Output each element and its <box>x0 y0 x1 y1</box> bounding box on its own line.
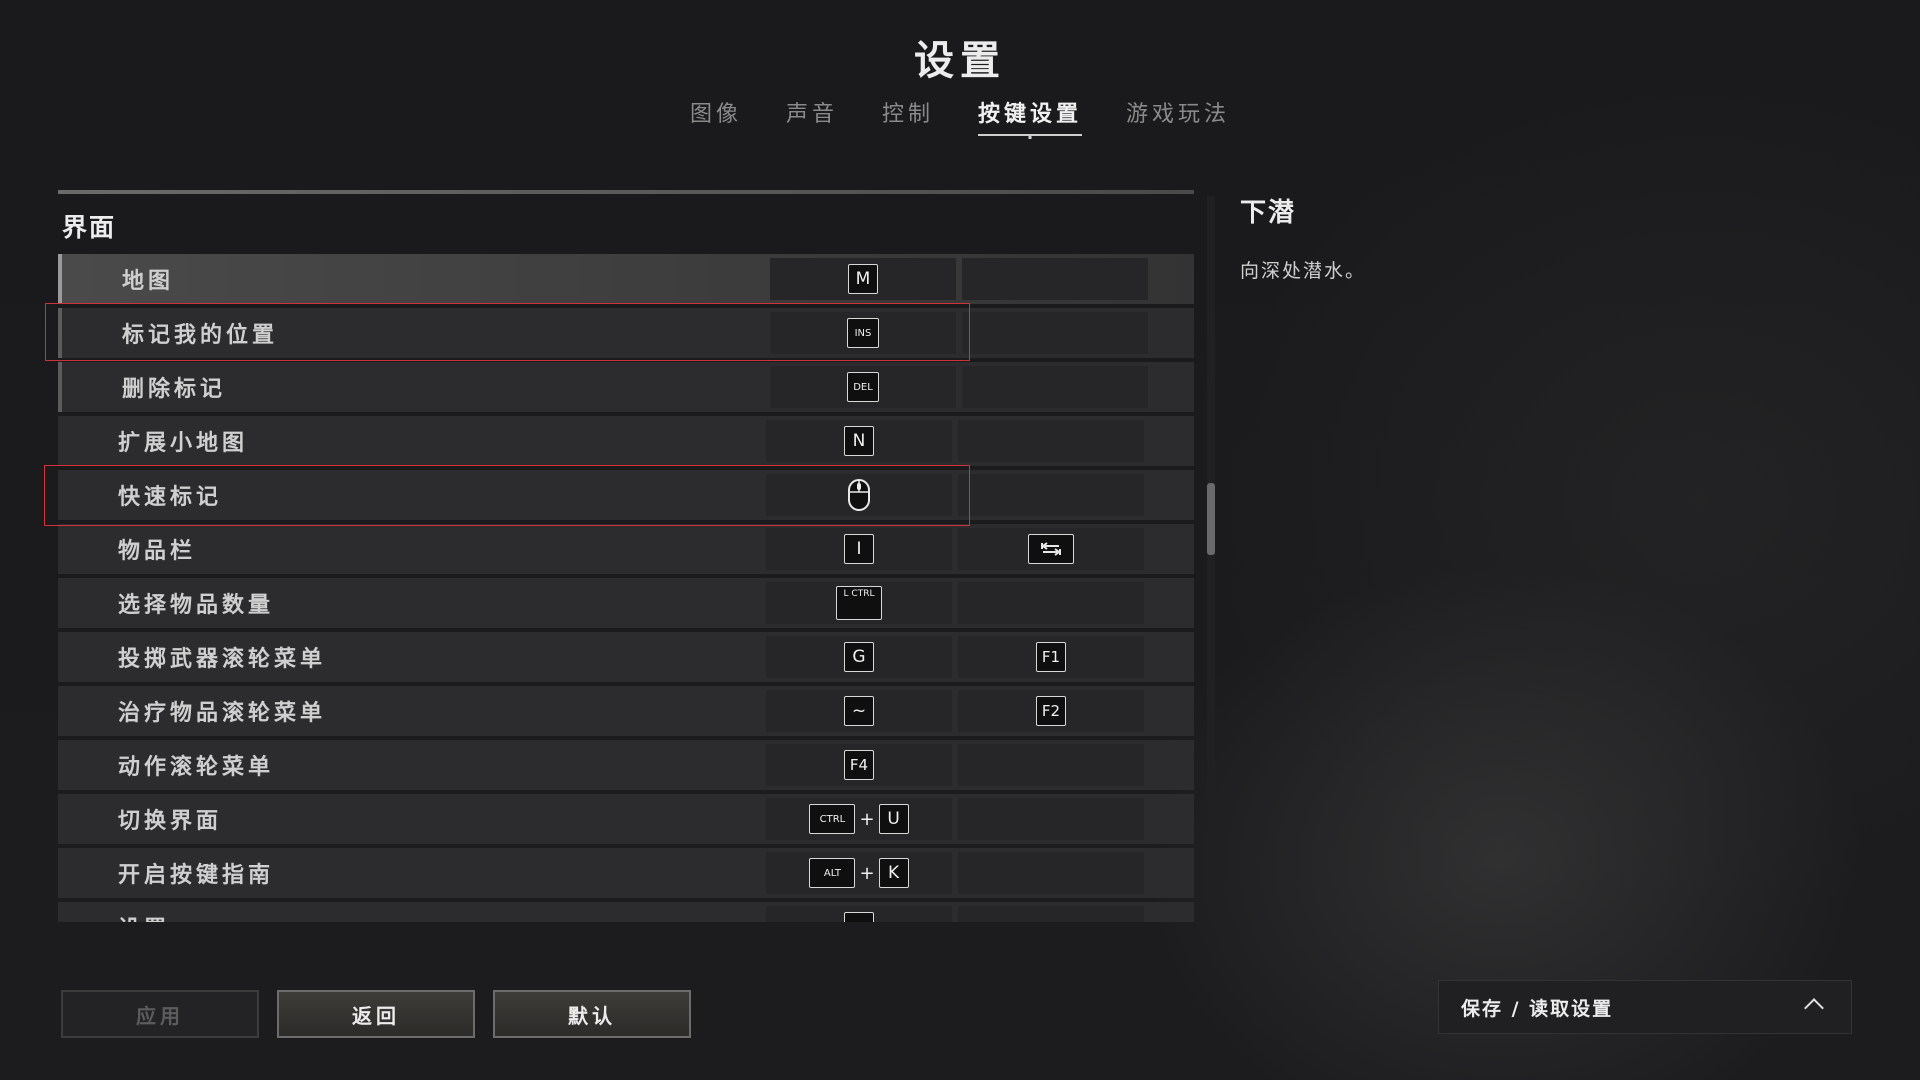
keybinding-label: 动作滚轮菜单 <box>118 755 275 780</box>
key-cap: M <box>848 264 878 294</box>
keybinding-label: 物品栏 <box>118 539 197 564</box>
section-title: 界面 <box>62 213 117 242</box>
keybinding-label: 切换界面 <box>118 809 223 834</box>
keybinding-row-toggle-ui[interactable]: 切换界面 CTRL + U <box>58 794 1194 844</box>
keybinding-label: 设置 <box>118 911 170 922</box>
secondary-binding-slot[interactable]: F2 <box>958 690 1144 732</box>
secondary-binding-slot[interactable] <box>958 528 1144 570</box>
primary-binding-slot[interactable]: I <box>766 528 952 570</box>
key-cap: F2 <box>1036 696 1066 726</box>
key-cap: INS <box>847 318 879 348</box>
keybinding-row-healing-wheel[interactable]: 治疗物品滚轮菜单 ~ F2 <box>58 686 1194 736</box>
chevron-up-icon <box>1804 998 1824 1018</box>
scroll-thumb[interactable] <box>1207 483 1215 555</box>
key-cap: L CTRL <box>836 586 882 620</box>
key-cap: I <box>844 534 874 564</box>
apply-button[interactable]: 应用 <box>61 990 259 1038</box>
primary-binding-slot[interactable]: F4 <box>766 744 952 786</box>
primary-binding-slot[interactable] <box>766 474 952 516</box>
keybinding-row-map[interactable]: 地图 M <box>58 254 1194 304</box>
secondary-binding-slot[interactable] <box>962 258 1148 300</box>
key-cap: F1 <box>1036 642 1066 672</box>
secondary-binding-slot[interactable] <box>958 582 1144 624</box>
plus-icon: + <box>859 808 875 830</box>
key-cap: DEL <box>847 372 879 402</box>
tab-audio[interactable]: 声音 <box>786 96 838 136</box>
keybinding-row-settings[interactable]: 设置 <box>58 902 1194 922</box>
primary-binding-slot[interactable]: ~ <box>766 690 952 732</box>
primary-binding-slot[interactable]: CTRL + U <box>766 798 952 840</box>
secondary-binding-slot[interactable] <box>958 744 1144 786</box>
keybinding-row-mark-position[interactable]: 标记我的位置 INS <box>58 308 1194 358</box>
primary-binding-slot[interactable]: N <box>766 420 952 462</box>
keybinding-label: 开启按键指南 <box>118 863 275 888</box>
plus-icon: + <box>859 862 875 884</box>
key-cap <box>844 912 874 922</box>
tab-gameplay[interactable]: 游戏玩法 <box>1126 96 1230 136</box>
secondary-binding-slot[interactable] <box>958 906 1144 922</box>
key-cap: G <box>844 642 874 672</box>
primary-binding-slot[interactable]: INS <box>770 312 956 354</box>
primary-binding-slot[interactable]: ALT + K <box>766 852 952 894</box>
keybinding-label: 快速标记 <box>118 485 223 510</box>
keybinding-label: 治疗物品滚轮菜单 <box>118 701 327 726</box>
key-cap: F4 <box>844 750 874 780</box>
keybinding-row-throwable-wheel[interactable]: 投掷武器滚轮菜单 G F1 <box>58 632 1194 682</box>
default-button[interactable]: 默认 <box>493 990 691 1038</box>
keybinding-label: 选择物品数量 <box>118 593 275 618</box>
key-cap: N <box>844 426 874 456</box>
detail-description: 向深处潜水。 <box>1240 260 1367 282</box>
primary-binding-slot[interactable]: DEL <box>770 366 956 408</box>
key-cap: K <box>878 858 909 888</box>
keybinding-row-select-quantity[interactable]: 选择物品数量 L CTRL <box>58 578 1194 628</box>
detail-title: 下潜 <box>1240 198 1297 228</box>
secondary-binding-slot[interactable] <box>958 420 1144 462</box>
keybinding-row-emote-wheel[interactable]: 动作滚轮菜单 F4 <box>58 740 1194 790</box>
save-load-settings-dropdown[interactable]: 保存 / 读取设置 <box>1438 980 1852 1034</box>
back-button[interactable]: 返回 <box>277 990 475 1038</box>
page-title: 设置 <box>914 38 1006 84</box>
key-cap: ALT <box>809 858 856 888</box>
panel-divider <box>58 190 1194 194</box>
keybinding-label: 标记我的位置 <box>122 323 279 348</box>
keybinding-label: 删除标记 <box>122 377 227 402</box>
secondary-binding-slot[interactable] <box>962 312 1148 354</box>
key-cap: U <box>878 804 909 834</box>
keybinding-panel: 界面 地图 M 标记我的位置 INS 删除标记 DEL 扩展小地图 N 快速标记… <box>58 190 1194 922</box>
tab-controls[interactable]: 控制 <box>882 96 934 136</box>
key-cap: ~ <box>844 696 874 726</box>
secondary-binding-slot[interactable] <box>958 798 1144 840</box>
keybinding-row-expand-minimap[interactable]: 扩展小地图 N <box>58 416 1194 466</box>
secondary-binding-slot[interactable] <box>962 366 1148 408</box>
save-load-label: 保存 / 读取设置 <box>1461 997 1614 1020</box>
settings-tabs: 图像 声音 控制 按键设置 游戏玩法 <box>0 96 1920 136</box>
primary-binding-slot[interactable]: L CTRL <box>766 582 952 624</box>
secondary-binding-slot[interactable] <box>958 852 1144 894</box>
keybinding-scrollbar[interactable] <box>1207 196 1215 920</box>
mouse-middle-icon <box>848 479 870 511</box>
tab-key-icon <box>1028 534 1074 564</box>
key-cap: CTRL <box>809 804 856 834</box>
keybinding-label: 地图 <box>122 269 175 294</box>
keybinding-list: 地图 M 标记我的位置 INS 删除标记 DEL 扩展小地图 N 快速标记 物品… <box>58 254 1194 922</box>
keybinding-row-inventory[interactable]: 物品栏 I <box>58 524 1194 574</box>
keybinding-row-delete-marker[interactable]: 删除标记 DEL <box>58 362 1194 412</box>
primary-binding-slot[interactable]: M <box>770 258 956 300</box>
keybinding-row-key-guide[interactable]: 开启按键指南 ALT + K <box>58 848 1194 898</box>
settings-screen: 设置 图像 声音 控制 按键设置 游戏玩法 界面 地图 M 标记我的位置 INS <box>0 0 1920 1080</box>
secondary-binding-slot[interactable] <box>958 474 1144 516</box>
tab-graphics[interactable]: 图像 <box>690 96 742 136</box>
secondary-binding-slot[interactable]: F1 <box>958 636 1144 678</box>
keybinding-label: 投掷武器滚轮菜单 <box>118 647 327 672</box>
keybinding-label: 扩展小地图 <box>118 431 249 456</box>
keybinding-row-quick-marker[interactable]: 快速标记 <box>58 470 1194 520</box>
tab-keybindings[interactable]: 按键设置 <box>978 96 1083 136</box>
primary-binding-slot[interactable] <box>766 906 952 922</box>
primary-binding-slot[interactable]: G <box>766 636 952 678</box>
